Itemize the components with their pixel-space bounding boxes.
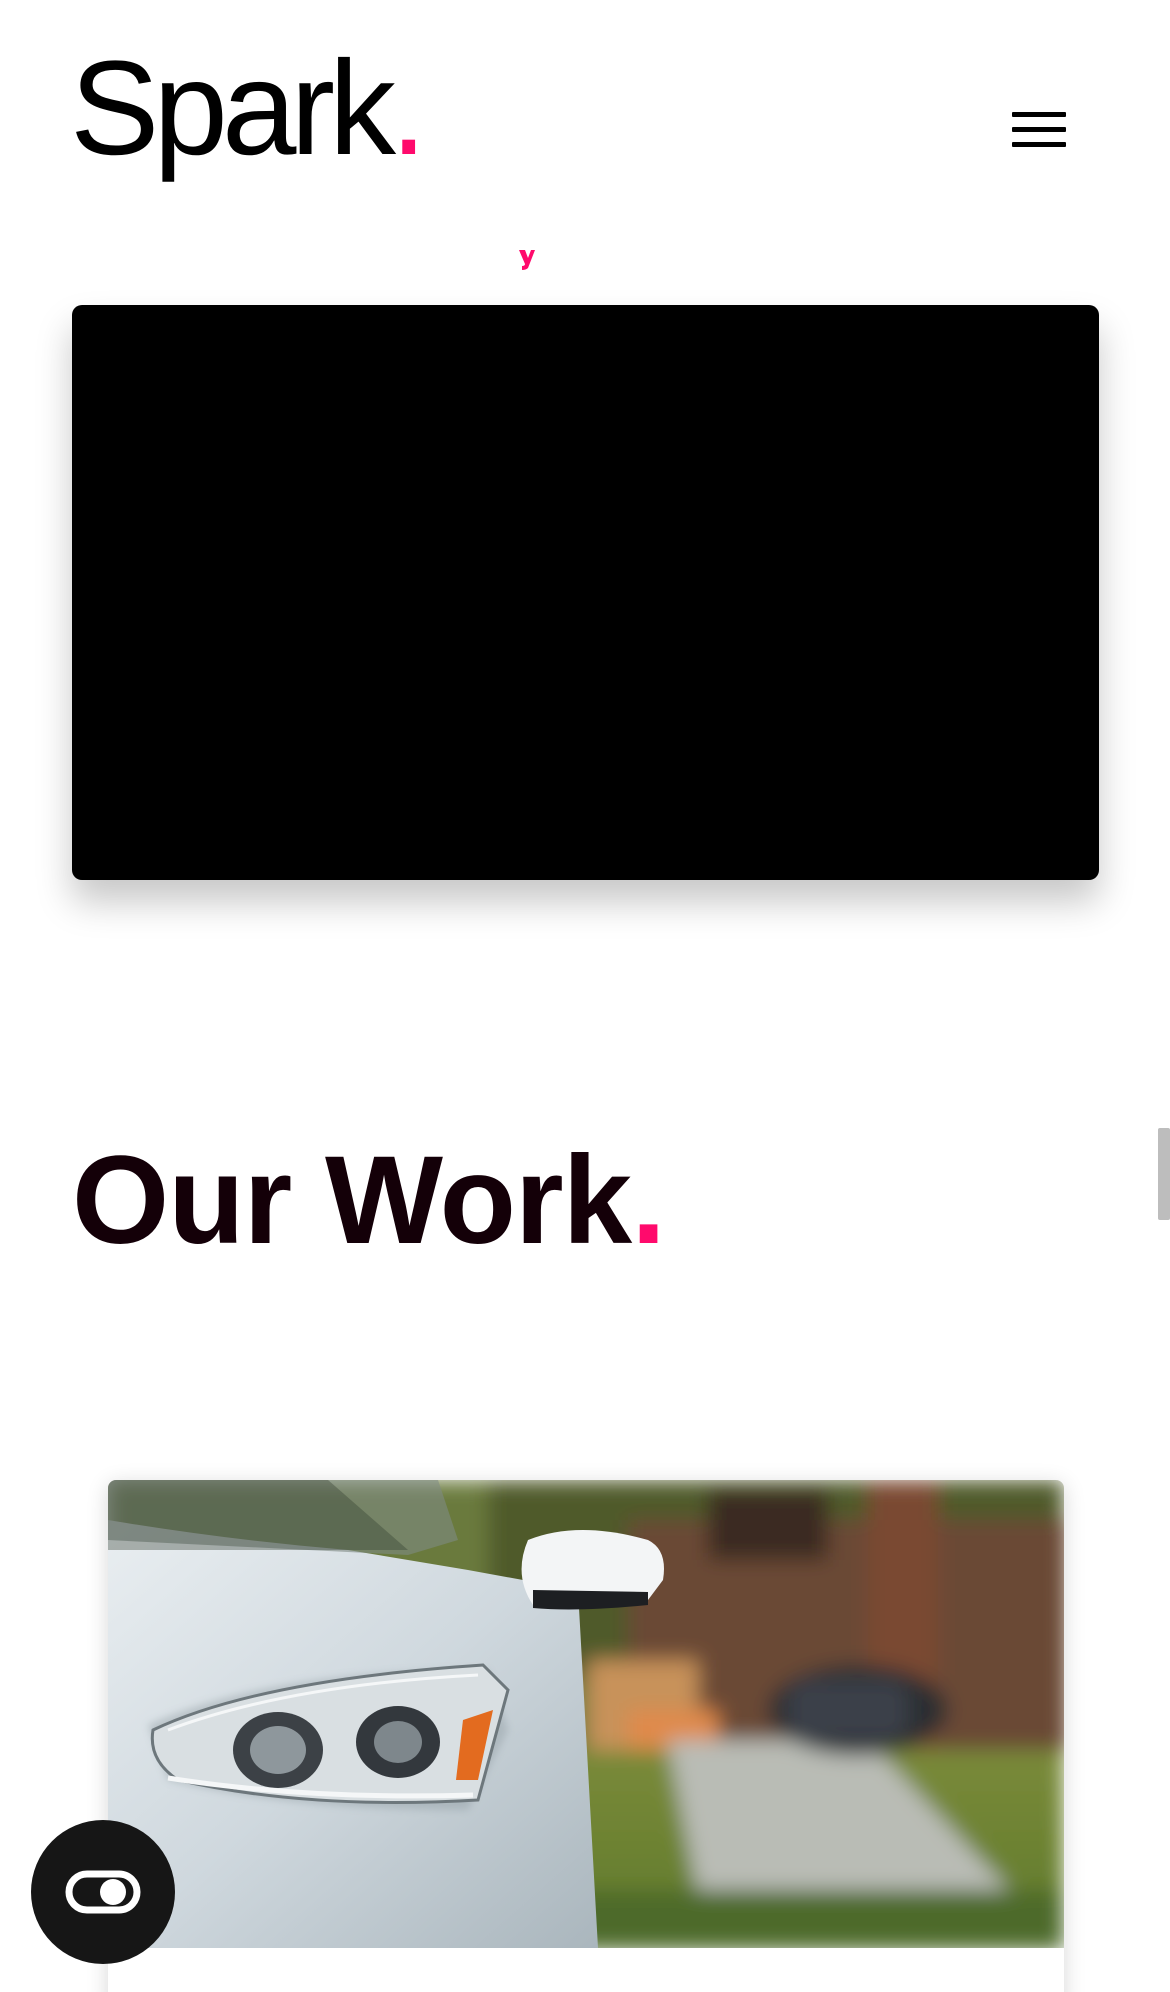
accessibility-toggle-icon [65, 1870, 141, 1914]
video-player[interactable] [72, 305, 1099, 880]
menu-bar [1012, 112, 1066, 117]
menu-bar [1012, 127, 1066, 132]
work-card[interactable] [108, 1480, 1064, 1992]
logo-dot: . [390, 34, 427, 183]
section-title-dot: . [631, 1131, 666, 1270]
side-scroll-handle[interactable] [1158, 1128, 1170, 1220]
page: Spark. Our Work. [0, 0, 1170, 1992]
accessibility-button[interactable] [31, 1820, 175, 1964]
scrolled-text-fragment [519, 250, 535, 270]
hamburger-menu-icon[interactable] [1005, 109, 1066, 155]
white-car-headlight-image [108, 1480, 1064, 1948]
site-header: Spark. [0, 0, 1170, 230]
logo-text: Spark [70, 34, 396, 183]
section-title: Our Work. [72, 1138, 666, 1263]
logo[interactable]: Spark. [70, 42, 427, 176]
section-title-text: Our Work [72, 1131, 632, 1270]
menu-bar [1012, 142, 1066, 147]
